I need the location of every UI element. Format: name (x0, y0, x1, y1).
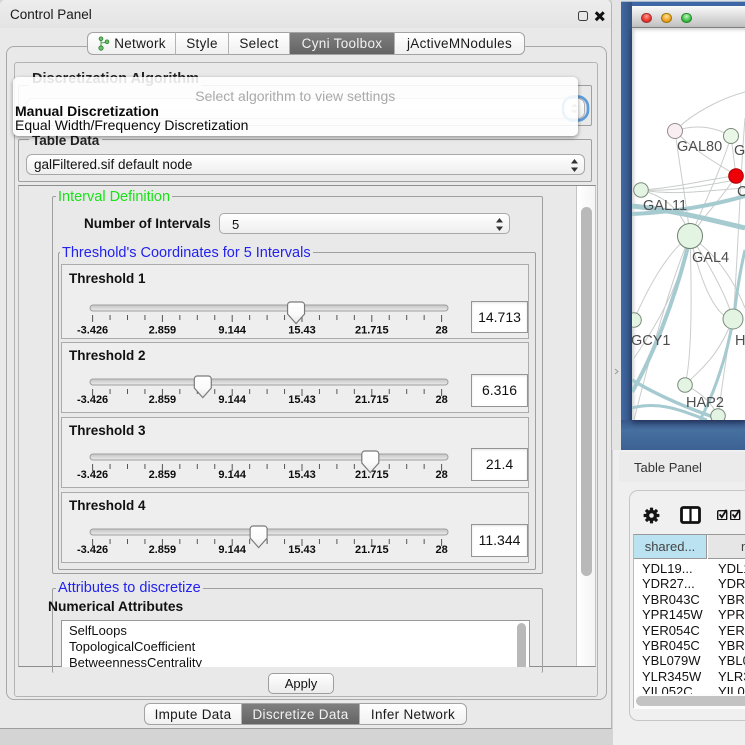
svg-text:28: 28 (435, 544, 447, 556)
svg-text:9.144: 9.144 (218, 469, 246, 481)
svg-text:GAL80: GAL80 (677, 139, 722, 155)
svg-text:GAL4: GAL4 (692, 250, 729, 266)
svg-text:2.859: 2.859 (149, 325, 177, 337)
svg-text:2.859: 2.859 (149, 469, 177, 481)
svg-text:HAP2: HAP2 (686, 395, 724, 411)
svg-text:GCY1: GCY1 (632, 333, 671, 349)
svg-text:28: 28 (435, 325, 447, 337)
svg-text:21.715: 21.715 (355, 325, 389, 337)
svg-text:15.43: 15.43 (288, 544, 316, 556)
svg-text:9.144: 9.144 (218, 394, 246, 406)
svg-text:9.144: 9.144 (218, 325, 246, 337)
svg-text:C: C (737, 184, 745, 200)
svg-text:21.715: 21.715 (355, 394, 389, 406)
svg-text:21.715: 21.715 (355, 544, 389, 556)
svg-text:-3.426: -3.426 (77, 325, 108, 337)
svg-text:9.144: 9.144 (218, 544, 246, 556)
svg-text:2.859: 2.859 (149, 394, 177, 406)
svg-text:G: G (734, 143, 745, 159)
svg-text:28: 28 (435, 469, 447, 481)
svg-text:15.43: 15.43 (288, 325, 316, 337)
svg-text:15.43: 15.43 (288, 394, 316, 406)
svg-text:GAL11: GAL11 (643, 198, 687, 214)
svg-text:28: 28 (435, 394, 447, 406)
svg-text:15.43: 15.43 (288, 469, 316, 481)
svg-text:-3.426: -3.426 (77, 544, 108, 556)
svg-text:-3.426: -3.426 (77, 469, 108, 481)
svg-text:H: H (735, 333, 745, 349)
svg-text:-3.426: -3.426 (77, 394, 108, 406)
svg-text:2.859: 2.859 (149, 544, 177, 556)
